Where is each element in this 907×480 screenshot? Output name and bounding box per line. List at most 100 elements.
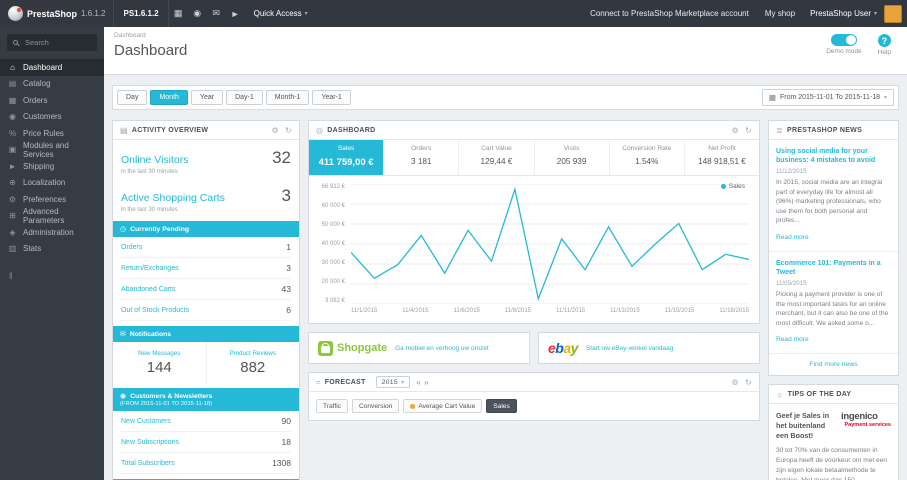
read-more-link[interactable]: Read more [776,234,809,241]
calendar-icon: ▦ [768,93,776,102]
sidebar-item-modules[interactable]: ▣ Modules and Services [0,141,104,159]
cart-icon[interactable]: ▦ [169,0,188,27]
online-visitors-link[interactable]: Online Visitors [121,154,189,166]
range-month-button[interactable]: Month [150,90,188,105]
my-shop-link[interactable]: My shop [757,0,803,27]
gear-icon[interactable]: ⚙ [732,126,739,135]
forecast-legend-traffic[interactable]: Traffic [316,399,348,413]
kpi-sales[interactable]: Sales 411 759,00 € [309,140,385,175]
kpi-value: 205 939 [556,157,587,166]
kpi-label: Visits [563,145,580,152]
new-messages-cell[interactable]: New Messages 144 [113,342,206,383]
sidebar-item-label: Customers [23,112,62,122]
modules-icon: ▣ [8,145,17,155]
sidebar-item-customers[interactable]: ◉ Customers [0,109,104,126]
brand-version: 1.6.1.2 [81,9,106,18]
active-carts-link[interactable]: Active Shopping Carts [121,192,225,204]
sidebar-item-advanced-parameters[interactable]: ⊞ Advanced Parameters [0,206,104,225]
search-input[interactable] [23,37,91,48]
news-panel-header: ≣ PrestaShop News [769,121,898,140]
shopgate-logo: Shopgate [318,340,387,356]
pending-orders-link[interactable]: Orders [121,244,142,251]
shopgate-promo-link[interactable]: Ga mobiel en verhoog uw omzet [395,345,489,352]
sidebar-item-shipping[interactable]: ► Shipping [0,158,104,175]
quick-access-menu[interactable]: Quick Access ▾ [245,0,317,27]
kpi-value: 411 759,00 € [318,157,374,168]
user-menu[interactable]: PrestaShop User ▾ [803,0,884,27]
gear-icon[interactable]: ⚙ [272,126,279,135]
read-more-link[interactable]: Read more [776,336,809,343]
refresh-icon[interactable]: ↻ [745,126,752,135]
range-month-1-button[interactable]: Month-1 [265,90,310,105]
y-axis-labels: 66 912 € 60 000 € 50 000 € 40 000 € 30 0… [321,184,345,304]
new-customers-link[interactable]: New Customers [121,418,171,425]
new-subscriptions-link[interactable]: New Subscriptions [121,439,179,446]
sidebar-item-preferences[interactable]: ⚙ Preferences [0,191,104,208]
kpi-visits[interactable]: Visits 205 939 [535,140,610,175]
date-range-picker[interactable]: ▦ From 2015-11-01 To 2015-11-18 ▾ [761,89,894,106]
sidebar-item-localization[interactable]: ⊕ Localization [0,175,104,192]
panel-title: Dashboard [327,126,376,134]
range-day-1-button[interactable]: Day-1 [226,90,263,105]
range-year-1-button[interactable]: Year-1 [312,90,351,105]
total-subscribers-link[interactable]: Total Subscribers [121,460,175,467]
out-of-stock-value: 6 [286,305,291,315]
kpi-orders[interactable]: Orders 3 181 [384,140,460,175]
forecast-legend-conversion[interactable]: Conversion [351,399,400,413]
shop-name-link[interactable]: PS1.6.1.2 [113,0,169,27]
sidebar-item-label: Dashboard [23,62,63,72]
view-shop-icon[interactable]: ► [226,0,245,27]
sidebar-item-administration[interactable]: ◈ Administration [0,224,104,241]
ebay-promo-panel: ebay Start uw eBay-winkel vandaag [538,332,760,364]
range-day-button[interactable]: Day [117,90,148,105]
sidebar-item-label: Advanced Parameters [23,206,65,225]
pending-returns-link[interactable]: Return/Exchanges [121,265,179,272]
messages-icon[interactable]: ✉ [207,0,226,27]
online-visitors-metric: Online Visitors 32 in the last 30 minute… [113,140,299,178]
sidebar-item-orders[interactable]: ▦ Orders [0,92,104,109]
kpi-conversion-rate[interactable]: Conversion Rate 1.54% [610,140,685,175]
marketplace-link[interactable]: Connect to PrestaShop Marketplace accoun… [582,0,757,27]
chart-plot-area[interactable] [351,184,749,304]
forecast-year-select[interactable]: 2015 ▾ [375,376,411,388]
forecast-legend-sales[interactable]: Sales [486,399,517,413]
x-axis-labels: 11/1/2015 11/4/2015 11/6/2015 11/8/2015 … [351,308,749,314]
out-of-stock-row: Out of Stock Products 6 [120,300,292,321]
product-reviews-cell[interactable]: Product Reviews 882 [205,342,300,383]
customers-icon[interactable]: ◉ [188,0,207,27]
news-article: Ecommerce 101: Payments in a Tweet 11/05… [769,252,898,355]
out-of-stock-link[interactable]: Out of Stock Products [121,307,189,314]
forecast-next-button[interactable]: » [424,378,429,387]
forecast-legend-average-cart-value[interactable]: Average Cart Value [403,399,483,413]
user-avatar[interactable] [884,4,902,23]
demo-mode-toggle[interactable] [830,34,857,46]
article-title-link[interactable]: Ecommerce 101: Payments in a Tweet [776,259,891,277]
pending-returns-row: Return/Exchanges 3 [120,258,292,279]
refresh-icon[interactable]: ↻ [745,378,752,387]
sidebar-item-stats[interactable]: ▥ Stats [0,241,104,258]
abandoned-carts-value: 43 [281,284,291,294]
chart-legend[interactable]: Sales [720,183,745,190]
news-article: Using social media for your business: 4 … [769,140,898,252]
sidebar-item-catalog[interactable]: ▤ Catalog [0,76,104,93]
refresh-icon[interactable]: ↻ [285,126,292,135]
help-icon[interactable]: ? [877,34,891,47]
ebay-promo-link[interactable]: Start uw eBay-winkel vandaag [586,345,673,352]
kpi-label: Orders [411,145,432,152]
abandoned-carts-link[interactable]: Abandoned Carts [121,286,175,293]
kpi-cart-value[interactable]: Cart Value 129,44 € [459,140,535,175]
new-messages-value: 144 [146,359,172,376]
sidebar-item-label: Preferences [23,194,67,204]
gear-icon[interactable]: ⚙ [732,378,739,387]
find-more-news-link[interactable]: Find more news [769,354,898,375]
article-title-link[interactable]: Using social media for your business: 4 … [776,147,891,165]
forecast-prev-button[interactable]: « [416,378,421,387]
sidebar-search[interactable] [7,34,97,51]
sidebar-item-dashboard[interactable]: ⌂ Dashboard [0,59,104,76]
sidebar-item-price-rules[interactable]: % Price Rules [0,125,104,142]
range-year-button[interactable]: Year [190,90,224,105]
new-customers-row: New Customers 90 [120,411,292,432]
sidebar-collapse-button[interactable]: ‖ [9,271,104,281]
kpi-net-profit[interactable]: Net Profit 148 918,51 € [685,140,759,175]
user-menu-label: PrestaShop User [810,9,871,18]
